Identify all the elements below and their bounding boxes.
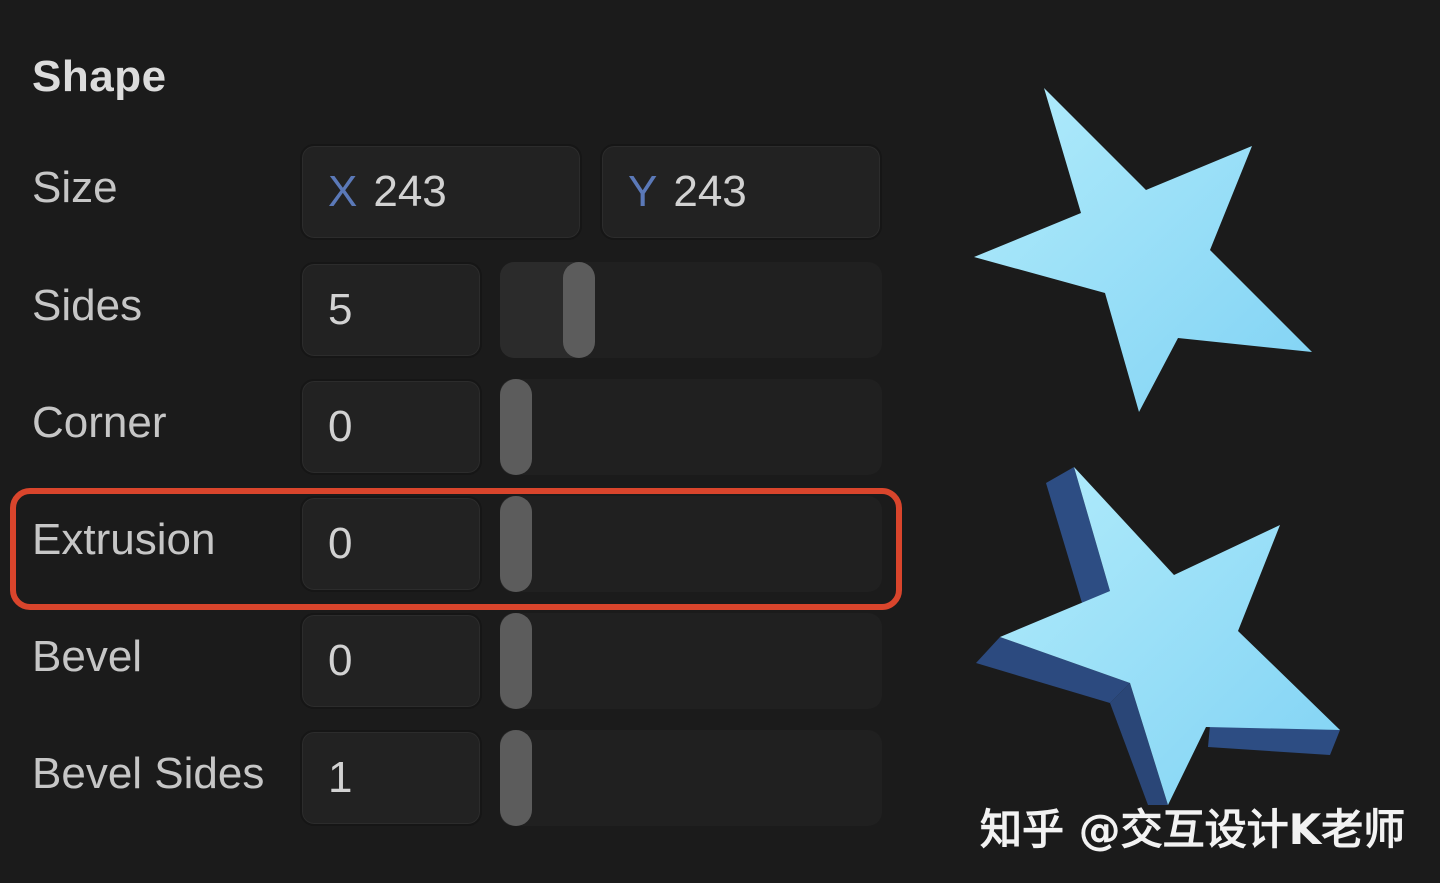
extruded-star-face xyxy=(1000,467,1340,805)
y-axis-label: Y xyxy=(628,167,658,216)
star-extruded-icon xyxy=(976,467,1340,805)
sides-input[interactable]: 5 xyxy=(300,262,482,358)
sides-label: Sides xyxy=(32,281,143,330)
size-label: Size xyxy=(32,163,118,212)
bevel-sides-slider-thumb[interactable] xyxy=(500,730,532,826)
size-y-field[interactable]: Y 243 xyxy=(600,144,882,240)
x-axis-label: X xyxy=(328,167,358,216)
corner-input[interactable]: 0 xyxy=(300,379,482,475)
size-x-value: 243 xyxy=(373,167,447,216)
bevel-sides-input[interactable]: 1 xyxy=(300,730,482,826)
size-y-value: 243 xyxy=(673,167,747,216)
section-title: Shape xyxy=(32,52,167,101)
corner-slider[interactable] xyxy=(500,379,882,475)
bevel-input[interactable]: 0 xyxy=(300,613,482,709)
star-flat-icon xyxy=(974,88,1312,412)
sides-slider-thumb[interactable] xyxy=(563,262,595,358)
corner-label: Corner xyxy=(32,398,167,447)
watermark-text: 知乎 @交互设计K老师 xyxy=(980,805,1406,854)
bevel-sides-label: Bevel Sides xyxy=(32,749,265,798)
sides-slider[interactable] xyxy=(500,262,882,358)
corner-slider-thumb[interactable] xyxy=(500,379,532,475)
bevel-slider[interactable] xyxy=(500,613,882,709)
size-x-field[interactable]: X 243 xyxy=(300,144,582,240)
extrusion-highlight-box xyxy=(10,488,902,610)
bevel-label: Bevel xyxy=(32,632,143,681)
bevel-slider-thumb[interactable] xyxy=(500,613,532,709)
bevel-sides-slider[interactable] xyxy=(500,730,882,826)
flat-star-face xyxy=(974,88,1312,412)
